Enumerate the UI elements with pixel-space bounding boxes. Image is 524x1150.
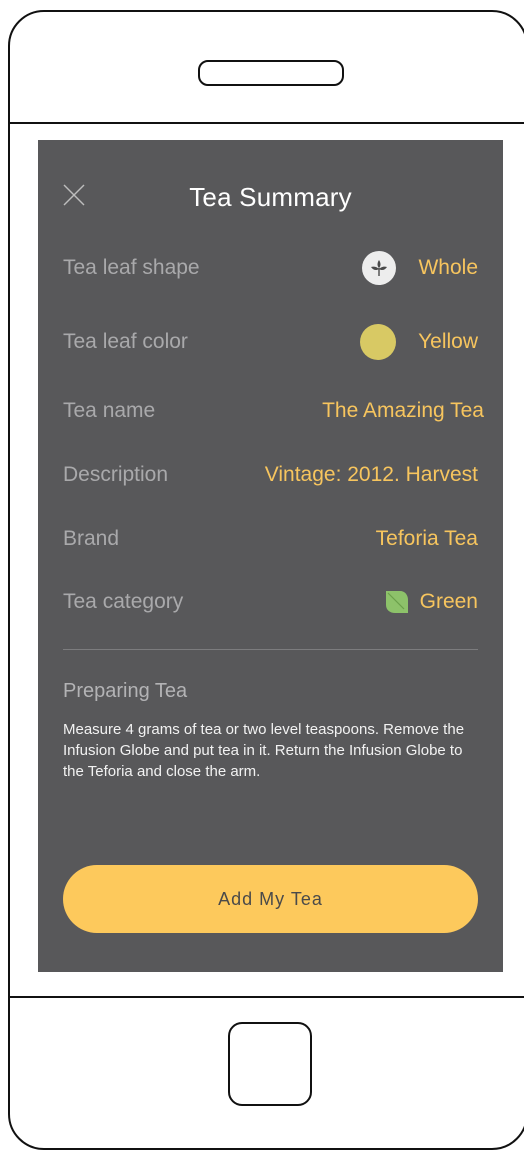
row-label: Tea leaf color <box>63 330 188 353</box>
row-leaf-color: Tea leaf color Yellow <box>63 324 478 360</box>
row-tea-category: Tea category Green <box>63 585 478 619</box>
row-label: Description <box>63 463 169 486</box>
row-label: Tea name <box>63 399 156 422</box>
phone-bottom-divider <box>10 996 524 998</box>
phone-speaker <box>198 60 344 86</box>
preparing-instructions: Measure 4 grams of tea or two level teas… <box>63 721 465 780</box>
whole-leaf-icon <box>362 251 397 285</box>
row-label: Tea leaf shape <box>63 256 200 279</box>
brand-value: Teforia Tea <box>375 527 478 550</box>
row-label: Brand <box>63 527 120 550</box>
section-divider <box>63 649 478 650</box>
phone-home-button[interactable] <box>228 1022 312 1106</box>
row-label: Tea category <box>63 590 184 613</box>
row-value: Yellow <box>360 324 478 360</box>
row-leaf-shape: Tea leaf shape Whole <box>63 251 478 285</box>
leaf-shape-value: Whole <box>418 256 478 279</box>
row-brand: Brand Teforia Tea <box>63 522 478 556</box>
leaf-color-value: Yellow <box>418 330 478 353</box>
leaf-icon <box>385 591 408 613</box>
tea-category-value: Green <box>419 590 478 613</box>
color-swatch <box>360 324 397 360</box>
row-value: Green <box>384 589 478 615</box>
row-value: Whole <box>362 251 478 285</box>
row-description: Description Vintage: 2012. Harvest <box>63 458 478 492</box>
tea-name-value: The Amazing Tea <box>322 399 484 422</box>
row-tea-name: Tea name The Amazing Tea <box>63 394 484 428</box>
description-value: Vintage: 2012. Harvest <box>264 463 478 486</box>
preparing-title: Preparing Tea <box>63 680 188 702</box>
add-my-tea-button[interactable]: Add My Tea <box>63 865 478 933</box>
phone-top-divider <box>10 122 524 124</box>
page-title: Tea Summary <box>189 182 352 212</box>
tea-summary-screen: Tea Summary Tea leaf shape Whole Tea lea… <box>38 140 503 972</box>
